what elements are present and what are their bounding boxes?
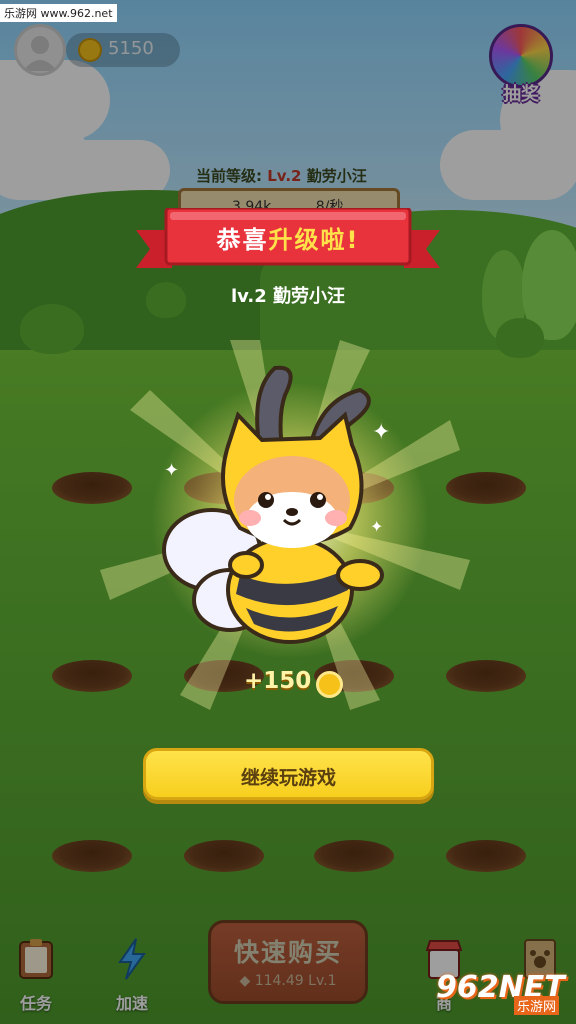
sparkle-icon: ✦ xyxy=(164,460,180,481)
watermark-text: 乐游网 www.962.net xyxy=(0,4,117,22)
new-level-name: lv.2 勤劳小汪 xyxy=(230,286,346,307)
congrats-title: 恭喜升级啦! xyxy=(136,220,440,255)
reward: +150 xyxy=(244,668,354,702)
continue-game-label: 继续玩游戏 xyxy=(240,767,336,789)
coin-icon xyxy=(316,671,343,698)
congrats-title-highlight: 升级啦! xyxy=(268,226,360,254)
watermark-logo: 962NET 乐游网 xyxy=(436,970,566,1016)
congrats-title-normal: 恭喜 xyxy=(216,226,269,254)
sparkle-icon: ✦ xyxy=(372,420,391,445)
reward-amount: +150 xyxy=(244,668,312,694)
bee-dog-character xyxy=(162,365,384,644)
sparkle-icon: ✦ xyxy=(370,517,384,536)
continue-game-button[interactable]: 继续玩游戏 xyxy=(143,748,434,800)
watermark-logo-chinese: 乐游网 xyxy=(514,996,560,1015)
